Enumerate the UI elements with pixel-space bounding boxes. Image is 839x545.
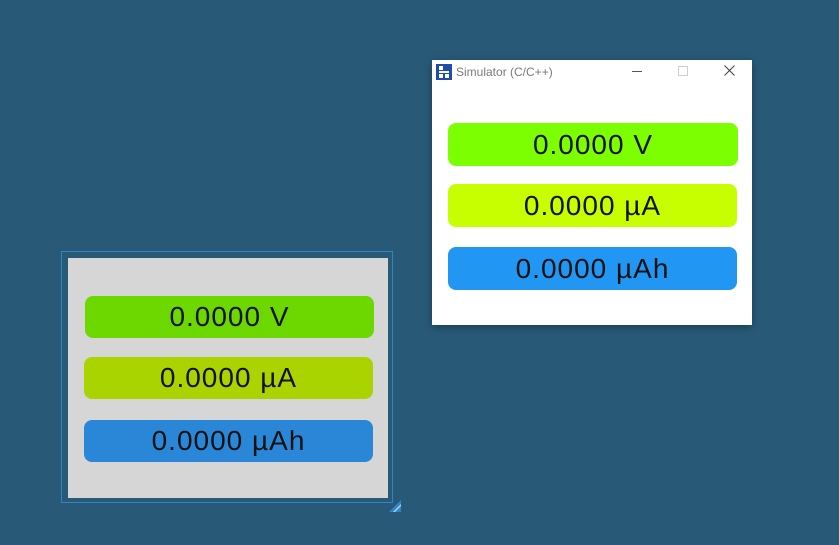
minimize-icon (632, 63, 642, 81)
design-current-label[interactable]: 0.0000 µA (84, 357, 373, 399)
sim-current-label: 0.0000 µA (448, 184, 737, 227)
window-title: Simulator (C/C++) (456, 65, 553, 79)
sim-voltage-label: 0.0000 V (448, 123, 738, 166)
design-voltage-label[interactable]: 0.0000 V (85, 296, 374, 338)
simulator-app-icon (436, 64, 452, 80)
simulator-titlebar[interactable]: Simulator (C/C++) (432, 60, 752, 84)
close-button[interactable] (706, 60, 752, 84)
maximize-button[interactable] (660, 60, 706, 84)
close-icon (723, 63, 735, 81)
resize-handle-icon[interactable] (389, 499, 401, 512)
minimize-button[interactable] (614, 60, 660, 84)
design-charge-label[interactable]: 0.0000 µAh (84, 420, 373, 462)
sim-charge-label: 0.0000 µAh (448, 247, 737, 290)
maximize-icon (678, 63, 688, 81)
simulator-window: Simulator (C/C++) 0.0000 V 0.0000 µA 0.0… (432, 60, 752, 325)
